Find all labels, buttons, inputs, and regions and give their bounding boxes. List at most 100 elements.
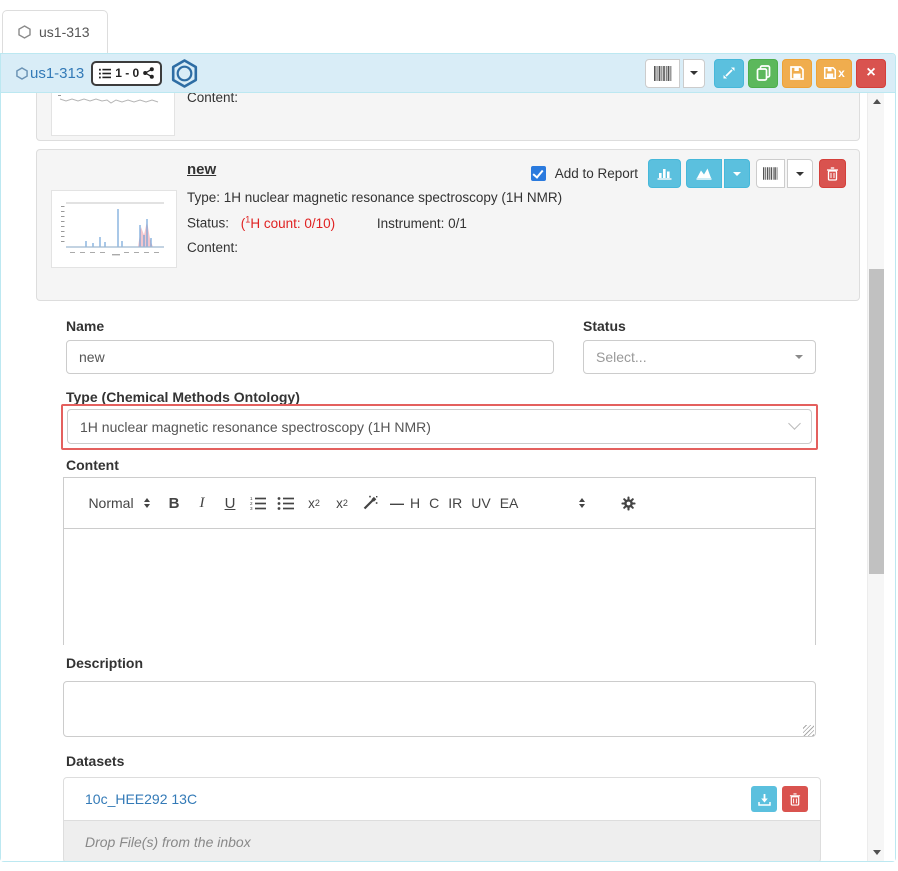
editor-settings-button[interactable] xyxy=(621,496,636,511)
insert-ea-button[interactable]: EA xyxy=(500,495,519,511)
header-actions: x × xyxy=(645,59,886,88)
collection-count-badge[interactable]: 1 - 0 xyxy=(91,61,162,86)
type-select[interactable]: 1H nuclear magnetic resonance spectrosco… xyxy=(67,409,812,444)
content-field-label: Content xyxy=(66,457,119,473)
underline-button[interactable]: U xyxy=(216,495,244,512)
vertical-scrollbar[interactable] xyxy=(867,93,884,861)
add-to-report-checkbox[interactable] xyxy=(531,166,546,181)
analysis-card-actions: Add to Report xyxy=(531,159,846,188)
clean-format-button[interactable] xyxy=(356,495,384,511)
spectra-viewer-button[interactable] xyxy=(648,159,681,188)
datasets-panel: 10c_HEE292 13C xyxy=(63,777,821,861)
dataset-drop-zone[interactable]: Drop File(s) from the inbox xyxy=(64,821,820,861)
save-icon xyxy=(789,65,805,81)
trash-icon xyxy=(826,167,839,181)
hexagon-sample-icon xyxy=(18,25,31,39)
editor-toolbar: Normal B I U 123 xyxy=(64,478,815,529)
insert-uv-button[interactable]: UV xyxy=(471,495,490,511)
save-and-close-button[interactable]: x xyxy=(816,59,852,88)
save-button[interactable] xyxy=(782,59,812,88)
nmr-spectrum-thumbnail xyxy=(51,190,177,268)
italic-button[interactable]: I xyxy=(188,495,216,512)
dataset-actions xyxy=(751,786,808,812)
type-select-value: 1H nuclear magnetic resonance spectrosco… xyxy=(80,419,431,435)
analysis-status-line: Status: (1H count: 0/10) Instrument: 0/1 xyxy=(187,214,607,231)
expand-icon xyxy=(722,66,736,80)
name-field-label: Name xyxy=(66,318,104,334)
more-templates-select-arrows-icon[interactable] xyxy=(579,498,585,508)
ordered-list-button[interactable]: 123 xyxy=(244,496,272,511)
caret-down-icon xyxy=(690,71,698,75)
scroll-up-arrow[interactable] xyxy=(873,99,881,104)
ordered-list-icon: 123 xyxy=(249,496,267,511)
close-icon: × xyxy=(866,64,875,82)
tab-us1-313[interactable]: us1-313 xyxy=(2,10,108,53)
barcode-icon xyxy=(654,66,672,81)
superscript-button[interactable]: x2 xyxy=(328,496,356,511)
paragraph-format-select[interactable]: Normal xyxy=(80,495,142,511)
analysis-type-line: Type: 1H nuclear magnetic resonance spec… xyxy=(187,190,607,205)
fullscreen-button[interactable] xyxy=(714,59,744,88)
analysis-title-link[interactable]: new xyxy=(187,161,216,178)
status-select-placeholder: Select... xyxy=(596,349,647,365)
insert-h-nmr-button[interactable]: H xyxy=(410,495,420,511)
insert-c-nmr-button[interactable]: C xyxy=(429,495,439,511)
dataset-row[interactable]: 10c_HEE292 13C xyxy=(64,778,820,821)
chevron-down-icon xyxy=(788,417,801,430)
scrollbar-thumb[interactable] xyxy=(869,269,884,574)
analysis-card-new: new Type: 1H nuclear magnetic resonance … xyxy=(36,149,860,301)
name-input[interactable] xyxy=(66,340,554,374)
barcode-dropdown-toggle[interactable] xyxy=(683,59,705,88)
status-label: Status: xyxy=(187,216,229,231)
bar-chart-icon xyxy=(657,167,672,180)
clone-button[interactable] xyxy=(748,59,778,88)
panel-title-label: us1-313 xyxy=(30,65,84,82)
dataset-name-link[interactable]: 10c_HEE292 13C xyxy=(85,791,197,807)
bullet-list-button[interactable] xyxy=(272,496,300,511)
spectrum-thumbnail xyxy=(51,93,175,136)
instrument-counter: Instrument: 0/1 xyxy=(377,216,467,231)
delete-dataset-button[interactable] xyxy=(782,786,808,812)
clean-wand-icon xyxy=(362,495,378,511)
textarea-resize-handle[interactable] xyxy=(803,725,814,736)
divider-button[interactable]: — xyxy=(384,495,410,511)
add-to-report-label: Add to Report xyxy=(555,166,638,181)
close-button[interactable]: × xyxy=(856,59,886,88)
analysis-barcode-dropdown-toggle[interactable] xyxy=(787,159,813,188)
svg-text:3: 3 xyxy=(250,506,253,511)
analysis-card-previous: Content: xyxy=(36,93,860,141)
sample-detail-panel: us1-313 1 - 0 xyxy=(0,53,896,862)
format-select-arrows-icon[interactable] xyxy=(144,498,150,508)
download-dataset-button[interactable] xyxy=(751,786,777,812)
print-barcode-button[interactable] xyxy=(645,59,680,88)
copy-icon xyxy=(756,65,771,81)
caret-down-icon xyxy=(733,172,741,176)
share-icon xyxy=(143,67,154,79)
bold-button[interactable]: B xyxy=(160,495,188,512)
delete-analysis-button[interactable] xyxy=(819,159,846,188)
editor-text-area[interactable] xyxy=(64,529,815,645)
insert-ir-button[interactable]: IR xyxy=(448,495,462,511)
analysis-content-label: Content: xyxy=(187,240,607,255)
spectra-dropdown-toggle[interactable] xyxy=(724,159,750,188)
save-close-icon xyxy=(823,66,837,80)
trash-icon xyxy=(789,793,801,806)
previous-content-label: Content: xyxy=(187,93,238,105)
description-textarea[interactable] xyxy=(63,681,816,737)
header-left-group: us1-313 1 - 0 xyxy=(16,58,200,89)
app-window: us1-313 us1-313 1 - 0 xyxy=(0,0,898,871)
scroll-down-arrow[interactable] xyxy=(873,850,881,855)
caret-down-icon xyxy=(795,355,803,359)
badge-count: 1 - 0 xyxy=(115,66,139,80)
benzene-ring-icon[interactable] xyxy=(169,58,200,89)
panel-title: us1-313 xyxy=(16,65,84,82)
bullet-list-icon xyxy=(277,496,295,511)
subscript-button[interactable]: x2 xyxy=(300,496,328,511)
drop-hint-text: Drop File(s) from the inbox xyxy=(85,834,251,850)
hexagon-sample-icon xyxy=(16,67,28,80)
status-select[interactable]: Select... xyxy=(583,340,816,374)
content-rich-text-editor: Normal B I U 123 xyxy=(63,477,816,645)
analysis-barcode-button[interactable] xyxy=(756,159,785,188)
detail-panel-header: us1-313 1 - 0 xyxy=(1,54,895,93)
spectra-analysis-button[interactable] xyxy=(686,159,722,188)
